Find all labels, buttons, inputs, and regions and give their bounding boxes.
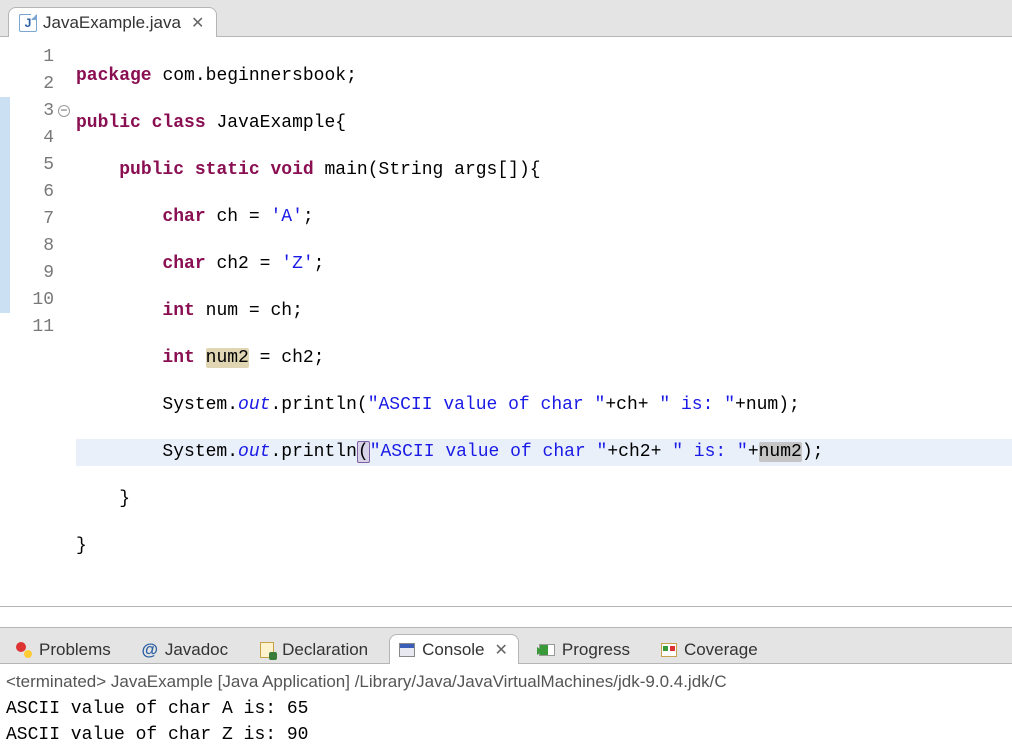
editor-tab-filename: JavaExample.java: [43, 13, 181, 33]
editor-tab-bar: J JavaExample.java ✕: [0, 0, 1012, 37]
javadoc-icon: @: [141, 641, 159, 659]
code-line-current: System.out.println("ASCII value of char …: [76, 439, 1012, 466]
bottom-tab-bar: Problems @ Javadoc Declaration Console ✕…: [0, 628, 1012, 664]
code-line: }: [76, 486, 1012, 513]
code-line: char ch = 'A';: [76, 204, 1012, 231]
code-line: public static void main(String args[]){: [76, 157, 1012, 184]
editor-tab-active[interactable]: J JavaExample.java ✕: [8, 7, 217, 37]
code-line: public class JavaExample{: [76, 110, 1012, 137]
problems-icon: [15, 641, 33, 659]
declaration-icon: [258, 641, 276, 659]
code-line: char ch2 = 'Z';: [76, 251, 1012, 278]
code-line: System.out.println("ASCII value of char …: [76, 392, 1012, 419]
console-output-line: ASCII value of char Z is: 90: [6, 722, 1006, 748]
tab-console[interactable]: Console ✕: [389, 634, 519, 664]
tab-javadoc[interactable]: @ Javadoc: [132, 634, 239, 664]
line-number: 5: [22, 155, 54, 175]
console-status: <terminated> JavaExample [Java Applicati…: [6, 668, 1006, 696]
coverage-icon: [660, 641, 678, 659]
java-file-icon: J: [19, 14, 37, 32]
close-icon[interactable]: ✕: [495, 640, 508, 660]
line-number: 4: [22, 128, 54, 148]
line-number: 8: [22, 236, 54, 256]
line-number: 11: [22, 317, 54, 337]
code-line: int num = ch;: [76, 298, 1012, 325]
code-line: int num2 = ch2;: [76, 345, 1012, 372]
highlighted-occurrence: num2: [206, 348, 249, 368]
line-number: 10: [22, 290, 54, 310]
fold-collapse-icon[interactable]: −: [58, 105, 70, 117]
line-number: 7: [22, 209, 54, 229]
close-icon[interactable]: ✕: [191, 13, 204, 33]
tab-problems[interactable]: Problems: [6, 634, 122, 664]
code-line: }: [76, 533, 1012, 560]
code-line: package com.beginnersbook;: [76, 63, 1012, 90]
line-number: 9: [22, 263, 54, 283]
progress-icon: [538, 641, 556, 659]
line-number: 2: [22, 74, 54, 94]
console-icon: [398, 641, 416, 659]
line-number: 3: [22, 101, 54, 121]
gutter: 1 2 3 − 4 5 6 7 8 9 10 11: [0, 37, 60, 606]
console-body: <terminated> JavaExample [Java Applicati…: [0, 664, 1012, 756]
line-number: 1: [22, 47, 54, 67]
bottom-panel: Problems @ Javadoc Declaration Console ✕…: [0, 627, 1012, 756]
tab-progress[interactable]: Progress: [529, 634, 641, 664]
tab-declaration[interactable]: Declaration: [249, 634, 379, 664]
console-output-line: ASCII value of char A is: 65: [6, 696, 1006, 722]
code-editor[interactable]: 1 2 3 − 4 5 6 7 8 9 10 11 package com.be…: [0, 37, 1012, 607]
line-number: 6: [22, 182, 54, 202]
highlighted-occurrence: num2: [759, 442, 802, 462]
bracket-match: (: [357, 441, 370, 463]
code-content[interactable]: package com.beginnersbook; public class …: [60, 37, 1012, 606]
tab-coverage[interactable]: Coverage: [651, 634, 769, 664]
